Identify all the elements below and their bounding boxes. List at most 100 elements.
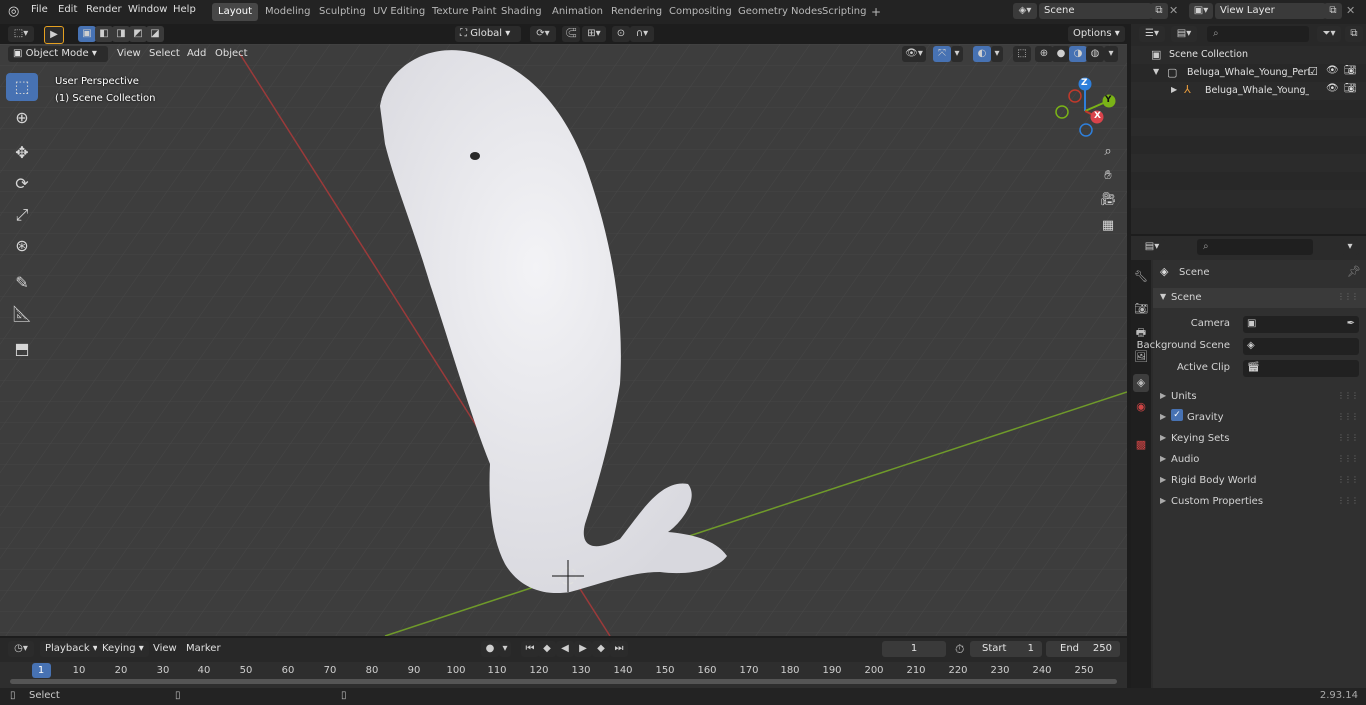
tool-tab-icon[interactable]: 🔧︎ bbox=[1133, 268, 1149, 286]
play-icon[interactable]: ▶ bbox=[574, 641, 592, 657]
tab-scripting[interactable]: Scripting bbox=[816, 3, 872, 21]
menu-window[interactable]: Window bbox=[128, 4, 167, 15]
pin-icon[interactable]: 📌︎ bbox=[1347, 265, 1361, 278]
camera-field[interactable]: ▣ ✒ bbox=[1243, 316, 1359, 333]
drag-handle-icon[interactable]: ⋮⋮⋮ bbox=[1337, 454, 1359, 463]
jump-end-icon[interactable]: ⏭ bbox=[610, 641, 628, 657]
select-mode-intersect-icon[interactable]: ◪ bbox=[146, 26, 164, 42]
select-mode-extend-icon[interactable]: ◧ bbox=[95, 26, 113, 42]
visibility-eye-icon[interactable]: 👁︎ bbox=[1326, 65, 1339, 76]
section-keying-sets[interactable]: ▶ Keying Sets ⋮⋮⋮ bbox=[1153, 428, 1366, 448]
gizmo-toggle-icon[interactable]: ⤧ bbox=[933, 46, 951, 62]
shading-solid-icon[interactable]: ● bbox=[1052, 46, 1070, 62]
menu-file[interactable]: File bbox=[31, 4, 48, 15]
blender-logo-icon[interactable]: ◎ bbox=[8, 4, 19, 19]
tab-animation[interactable]: Animation bbox=[546, 3, 609, 21]
active-clip-field[interactable]: 🎬︎ bbox=[1243, 360, 1359, 377]
auto-keying-icon[interactable]: ● bbox=[481, 641, 499, 657]
add-cube-tool-icon[interactable]: ⬒ bbox=[6, 335, 38, 363]
drag-handle-icon[interactable]: ⋮⋮⋮ bbox=[1337, 391, 1359, 400]
collapse-arrow-icon[interactable]: ▶ bbox=[1171, 85, 1177, 94]
tab-sculpting[interactable]: Sculpting bbox=[313, 3, 372, 21]
scene-field[interactable]: Scene bbox=[1039, 3, 1152, 19]
tab-uv-editing[interactable]: UV Editing bbox=[367, 3, 431, 21]
render-camera-icon[interactable]: 📷︎ bbox=[1344, 83, 1357, 94]
section-units[interactable]: ▶ Units ⋮⋮⋮ bbox=[1153, 386, 1366, 406]
snap-target-icon[interactable]: ⊞▾ bbox=[582, 26, 606, 42]
preview-range-icon[interactable]: ⏱ bbox=[955, 642, 964, 657]
gizmo-dropdown-icon[interactable]: ▾ bbox=[951, 46, 963, 62]
shading-material-icon[interactable]: ◑ bbox=[1069, 46, 1087, 62]
menu-render[interactable]: Render bbox=[86, 4, 122, 15]
outliner-row-beluga-object[interactable]: ▶ ⅄ Beluga_Whale_Young_Pe 👁︎ 📷︎ bbox=[1131, 82, 1366, 100]
eyedropper-icon[interactable]: ✒ bbox=[1347, 318, 1355, 329]
cursor-tool-icon[interactable]: ⊕ bbox=[6, 104, 38, 132]
delete-view-layer-icon[interactable]: ✕ bbox=[1346, 4, 1355, 17]
gizmo-y-label[interactable]: Y bbox=[1105, 95, 1112, 105]
tab-layout[interactable]: Layout bbox=[212, 3, 258, 21]
tab-shading[interactable]: Shading bbox=[495, 3, 548, 21]
drag-handle-icon[interactable]: ⋮⋮⋮ bbox=[1337, 412, 1359, 421]
exclude-checkbox-icon[interactable]: ☑ bbox=[1308, 65, 1318, 78]
prev-keyframe-icon[interactable]: ◆ bbox=[538, 641, 556, 657]
start-frame-field[interactable]: Start 1 bbox=[970, 641, 1042, 657]
transform-orientation-dropdown[interactable]: ⛶ Global ▾ bbox=[455, 26, 521, 42]
menu-add[interactable]: Add bbox=[182, 46, 211, 62]
keying-dropdown[interactable]: Keying ▾ bbox=[97, 641, 149, 657]
menu-select[interactable]: Select bbox=[144, 46, 185, 62]
shading-dropdown-icon[interactable]: ▾ bbox=[1104, 46, 1118, 62]
select-mode-invert-icon[interactable]: ◩ bbox=[129, 26, 147, 42]
outliner-row-scene-collection[interactable]: ▣ Scene Collection bbox=[1131, 46, 1366, 64]
ortho-toggle-icon[interactable]: ▦ bbox=[1098, 216, 1118, 236]
options-dropdown[interactable]: Options ▾ bbox=[1068, 26, 1125, 42]
proportional-edit-icon[interactable]: ⊙ bbox=[612, 26, 630, 42]
gravity-checkbox[interactable]: ✓ bbox=[1171, 409, 1183, 421]
outliner-editor-type-icon[interactable]: ☰▾ bbox=[1139, 26, 1165, 42]
shading-wireframe-icon[interactable]: ⊕ bbox=[1035, 46, 1053, 62]
expand-arrow-icon[interactable]: ▼ bbox=[1153, 67, 1159, 76]
object-mode-dropdown[interactable]: ▣ Object Mode ▾ bbox=[8, 46, 108, 62]
rotate-tool-icon[interactable]: ⟳ bbox=[6, 170, 38, 198]
view-layer-field[interactable]: View Layer bbox=[1215, 3, 1326, 19]
editor-type-icon[interactable]: ⬚▾ bbox=[8, 26, 34, 42]
section-custom-properties[interactable]: ▶ Custom Properties ⋮⋮⋮ bbox=[1153, 491, 1366, 511]
select-mode-new-icon[interactable]: ▣ bbox=[78, 26, 96, 42]
menu-object[interactable]: Object bbox=[210, 46, 253, 62]
render-tab-icon[interactable]: 📷︎ bbox=[1133, 300, 1149, 318]
scene-selector-icon[interactable]: ◈▾ bbox=[1013, 3, 1037, 19]
end-frame-field[interactable]: End 250 bbox=[1046, 641, 1120, 657]
filter-icon[interactable]: ⏷▾ bbox=[1317, 26, 1341, 42]
pivot-point-icon[interactable]: ⟳▾ bbox=[530, 26, 556, 42]
transform-tool-icon[interactable]: ⊛ bbox=[6, 232, 38, 260]
tab-geometry-nodes[interactable]: Geometry Nodes bbox=[732, 3, 828, 21]
scale-tool-icon[interactable]: ⤢ bbox=[6, 201, 38, 229]
tab-texture-paint[interactable]: Texture Paint bbox=[426, 3, 503, 21]
drag-handle-icon[interactable]: ⋮⋮⋮ bbox=[1337, 292, 1359, 301]
annotate-tool-icon[interactable]: ✎ bbox=[6, 269, 38, 297]
select-mode-subtract-icon[interactable]: ◨ bbox=[112, 26, 130, 42]
gizmo-z-label[interactable]: Z bbox=[1081, 78, 1088, 88]
timeline-editor-type-icon[interactable]: ◷▾ bbox=[8, 641, 34, 657]
timeline-scrollbar[interactable] bbox=[10, 679, 1117, 684]
properties-search-input[interactable]: ⌕ bbox=[1197, 239, 1313, 255]
gizmo-x-label[interactable]: X bbox=[1094, 111, 1101, 121]
snap-toggle-icon[interactable]: 🧲︎ bbox=[562, 26, 580, 42]
drag-handle-icon[interactable]: ⋮⋮⋮ bbox=[1337, 496, 1359, 505]
new-collection-icon[interactable]: ⧉ bbox=[1345, 26, 1363, 42]
overlays-dropdown-icon[interactable]: ▾ bbox=[991, 46, 1003, 62]
new-scene-icon[interactable]: ⧉ bbox=[1150, 3, 1168, 19]
menu-view[interactable]: View bbox=[112, 46, 146, 62]
next-keyframe-icon[interactable]: ◆ bbox=[592, 641, 610, 657]
background-scene-field[interactable]: ◈ bbox=[1243, 338, 1359, 355]
visibility-filter-icon[interactable]: 👁︎▾ bbox=[902, 46, 926, 62]
display-mode-icon[interactable]: ▤▾ bbox=[1171, 26, 1197, 42]
section-rigid-body-world[interactable]: ▶ Rigid Body World ⋮⋮⋮ bbox=[1153, 470, 1366, 490]
section-gravity[interactable]: ▶ ✓ Gravity ⋮⋮⋮ bbox=[1153, 407, 1366, 427]
timeline-menu-view[interactable]: View bbox=[148, 641, 182, 657]
tab-rendering[interactable]: Rendering bbox=[605, 3, 668, 21]
view-layer-selector-icon[interactable]: ▣▾ bbox=[1189, 3, 1213, 19]
menu-edit[interactable]: Edit bbox=[58, 4, 77, 15]
timeline-menu-marker[interactable]: Marker bbox=[181, 641, 226, 657]
scene-panel-header[interactable]: ▼ Scene ⋮⋮⋮ bbox=[1153, 288, 1366, 308]
playback-dropdown[interactable]: Playback ▾ bbox=[40, 641, 103, 657]
